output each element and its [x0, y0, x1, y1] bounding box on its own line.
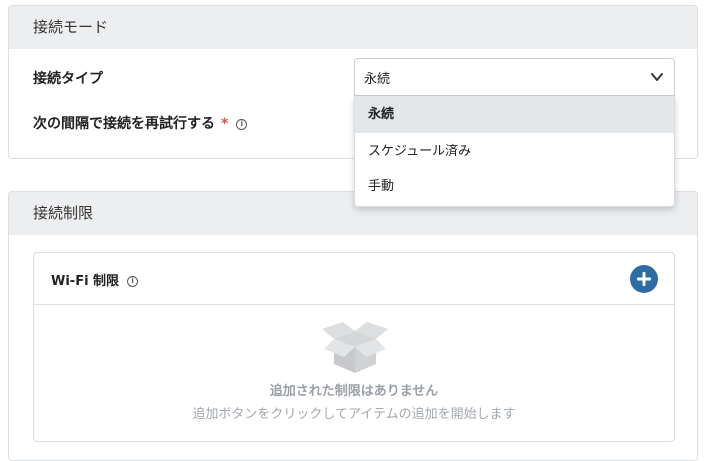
connection-type-label: 接続タイプ	[33, 71, 103, 87]
option-scheduled[interactable]: スケジュール済み	[355, 133, 674, 170]
empty-state-subtitle: 追加ボタンをクリックしてアイテムの追加を開始します	[192, 407, 516, 422]
connection-limits-card: 接続制限 Wi-Fi 制限 i 追加された制限はありません 追加ボタンをクリックし…	[8, 191, 698, 461]
empty-box-icon	[322, 322, 388, 373]
info-icon[interactable]: i	[127, 276, 139, 287]
connection-mode-header: 接続モード	[9, 6, 697, 49]
wifi-restrictions-panel: Wi-Fi 制限 i 追加された制限はありません 追加ボタンをクリックしてアイテム…	[33, 252, 675, 442]
add-wifi-restriction-button[interactable]	[630, 265, 658, 293]
connection-type-select[interactable]: 永続	[354, 58, 675, 96]
connection-type-options: 永続 スケジュール済み 手動	[354, 96, 675, 207]
connection-type-selected-value: 永続	[364, 72, 391, 87]
plus-icon	[637, 272, 651, 286]
retry-interval-row: 次の間隔で接続を再試行する * i	[33, 113, 248, 133]
wifi-title-row: Wi-Fi 制限 i	[51, 270, 139, 289]
chevron-down-icon	[651, 73, 663, 81]
option-persistent[interactable]: 永続	[355, 96, 674, 133]
required-marker: *	[221, 116, 229, 132]
empty-state-title: 追加された制限はありません	[269, 384, 439, 399]
info-icon[interactable]: i	[236, 118, 248, 130]
retry-interval-label: 次の間隔で接続を再試行する	[33, 116, 215, 132]
option-manual[interactable]: 手動	[355, 168, 674, 205]
wifi-panel-header: Wi-Fi 制限 i	[34, 253, 674, 305]
wifi-title: Wi-Fi 制限	[51, 274, 120, 289]
